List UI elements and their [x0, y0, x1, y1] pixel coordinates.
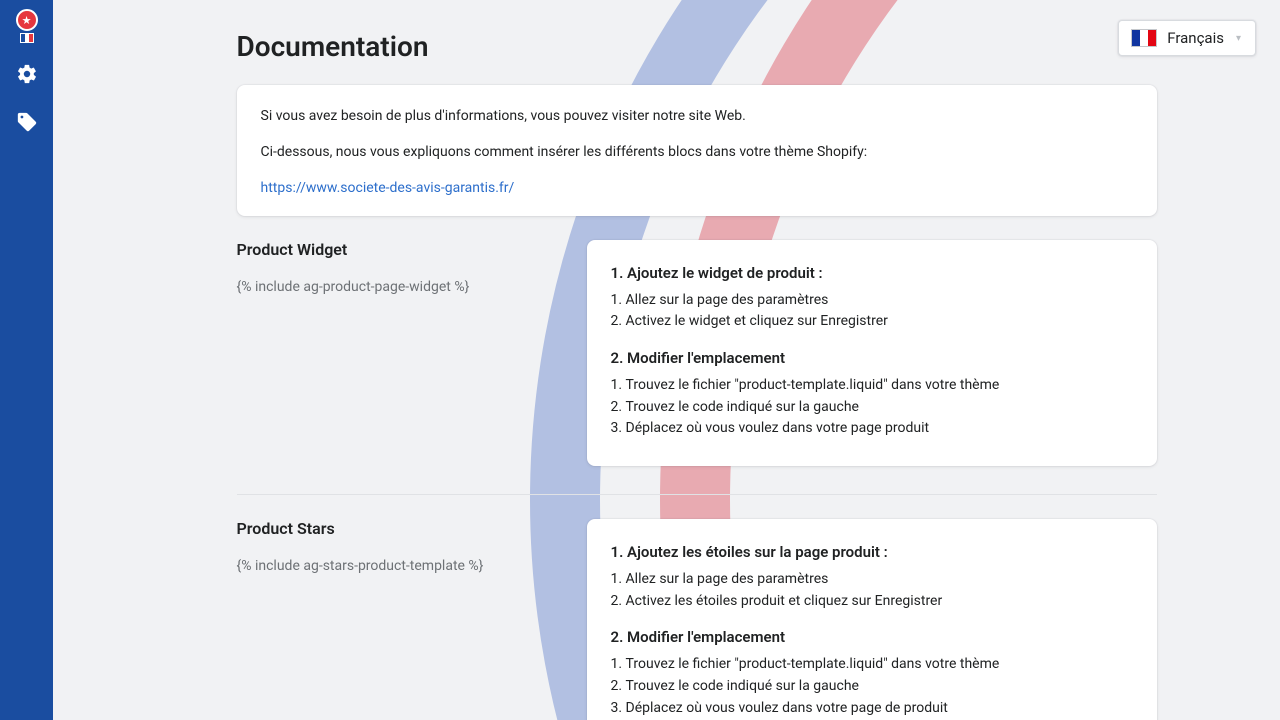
intro-text-1: Si vous avez besoin de plus d'informatio… — [261, 105, 1133, 129]
doc-step-item: Activez le widget et cliquez sur Enregis… — [611, 311, 1133, 333]
doc-section-left: Product Stars {% include ag-stars-product… — [237, 519, 567, 720]
doc-section-right: 1. Ajoutez le widget de produit : Allez s… — [587, 240, 1157, 466]
doc-instruction-card: 1. Ajoutez les étoiles sur la page produ… — [587, 519, 1157, 720]
gear-icon — [16, 63, 38, 85]
tag-icon — [16, 111, 38, 133]
doc-section: Product Stars {% include ag-stars-product… — [237, 519, 1157, 720]
doc-step-item: Activez les étoiles produit et cliquez s… — [611, 591, 1133, 613]
doc-step-item: Trouvez le fichier "product-template.liq… — [611, 375, 1133, 397]
sidebar-item-tag[interactable] — [11, 106, 43, 138]
sidebar-logo[interactable]: ★ — [11, 10, 43, 42]
intro-link[interactable]: https://www.societe-des-avis-garantis.fr… — [261, 180, 515, 196]
doc-step-heading: 2. Modifier l'emplacement — [611, 349, 1133, 367]
doc-step-item: Déplacez où vous voulez dans votre page … — [611, 698, 1133, 720]
intro-card: Si vous avez besoin de plus d'informatio… — [237, 85, 1157, 216]
doc-step-item: Déplacez où vous voulez dans votre page … — [611, 418, 1133, 440]
flag-france-icon — [1131, 29, 1157, 47]
doc-step-item: Trouvez le code indiqué sur la gauche — [611, 397, 1133, 419]
doc-step-heading: 1. Ajoutez les étoiles sur la page produ… — [611, 543, 1133, 561]
doc-step-heading: 2. Modifier l'emplacement — [611, 628, 1133, 646]
language-label: Français — [1167, 29, 1224, 47]
intro-text-2: Ci-dessous, nous vous expliquons comment… — [261, 141, 1133, 165]
sidebar-item-settings[interactable] — [11, 58, 43, 90]
doc-step-list: Trouvez le fichier "product-template.liq… — [611, 654, 1133, 719]
doc-step-item: Allez sur la page des paramètres — [611, 569, 1133, 591]
doc-section-right: 1. Ajoutez les étoiles sur la page produ… — [587, 519, 1157, 720]
doc-step-heading: 1. Ajoutez le widget de produit : — [611, 264, 1133, 282]
doc-section-left: Product Widget {% include ag-product-page… — [237, 240, 567, 466]
doc-step-item: Trouvez le fichier "product-template.liq… — [611, 654, 1133, 676]
language-selector[interactable]: Français ▾ — [1118, 20, 1256, 56]
doc-instruction-card: 1. Ajoutez le widget de produit : Allez s… — [587, 240, 1157, 466]
doc-step-item: Allez sur la page des paramètres — [611, 290, 1133, 312]
page-title: Documentation — [237, 30, 1157, 63]
doc-step-list: Trouvez le fichier "product-template.liq… — [611, 375, 1133, 440]
sidebar: ★ — [0, 0, 53, 720]
doc-step-item: Trouvez le code indiqué sur la gauche — [611, 676, 1133, 698]
doc-section-snippet: {% include ag-stars-product-template %} — [237, 558, 567, 574]
chevron-down-icon: ▾ — [1236, 33, 1241, 44]
doc-section-title: Product Stars — [237, 519, 567, 538]
doc-section: Product Widget {% include ag-product-page… — [237, 240, 1157, 495]
main-scroll: Documentation Si vous avez besoin de plu… — [53, 0, 1280, 720]
app-logo-icon: ★ — [13, 9, 41, 43]
doc-section-title: Product Widget — [237, 240, 567, 259]
doc-step-list: Allez sur la page des paramètresActivez … — [611, 290, 1133, 333]
doc-section-snippet: {% include ag-product-page-widget %} — [237, 279, 567, 295]
doc-step-list: Allez sur la page des paramètresActivez … — [611, 569, 1133, 612]
